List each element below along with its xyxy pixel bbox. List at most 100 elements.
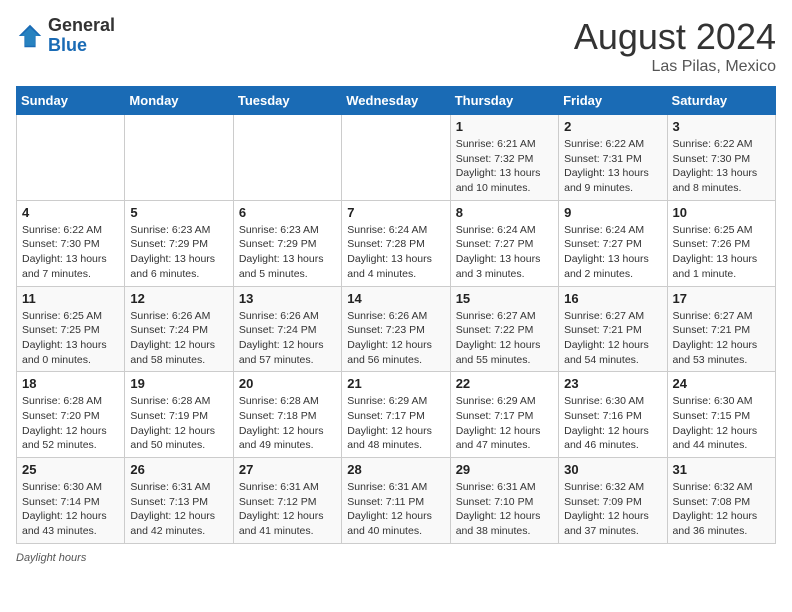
calendar-cell: 29Sunrise: 6:31 AM Sunset: 7:10 PM Dayli… <box>450 458 558 544</box>
day-number: 2 <box>564 119 661 134</box>
day-number: 16 <box>564 291 661 306</box>
calendar-cell: 8 Sunrise: 6:24 AM Sunset: 7:27 PM Daylig… <box>450 200 558 286</box>
calendar-cell: 21 Sunrise: 6:29 AM Sunset: 7:17 PM Dayli… <box>342 372 450 458</box>
calendar-cell: 14 Sunrise: 6:26 AM Sunset: 7:23 PM Dayli… <box>342 286 450 372</box>
col-sunday: Sunday <box>17 87 125 115</box>
day-info: Sunrise: 6:23 AM Sunset: 7:29 PM Dayligh… <box>130 223 227 282</box>
day-info: Sunrise: 6:30 AM Sunset: 7:15 PM Dayligh… <box>673 394 770 453</box>
calendar-cell: 11 Sunrise: 6:25 AM Sunset: 7:25 PM Dayli… <box>17 286 125 372</box>
day-info: Sunrise: 6:25 AM Sunset: 7:25 PM Dayligh… <box>22 309 119 368</box>
day-info: Sunrise: 6:25 AM Sunset: 7:26 PM Dayligh… <box>673 223 770 282</box>
day-number: 14 <box>347 291 444 306</box>
calendar-cell: 20 Sunrise: 6:28 AM Sunset: 7:18 PM Dayli… <box>233 372 341 458</box>
day-number: 19 <box>130 376 227 391</box>
calendar-cell: 26Sunrise: 6:31 AM Sunset: 7:13 PM Dayli… <box>125 458 233 544</box>
calendar-cell: 6 Sunrise: 6:23 AM Sunset: 7:29 PM Daylig… <box>233 200 341 286</box>
day-info: Sunrise: 6:24 AM Sunset: 7:27 PM Dayligh… <box>456 223 553 282</box>
day-info: Sunrise: 6:31 AM Sunset: 7:12 PM Dayligh… <box>239 480 336 539</box>
day-header-row: Sunday Monday Tuesday Wednesday Thursday… <box>17 87 776 115</box>
day-info: Sunrise: 6:31 AM Sunset: 7:10 PM Dayligh… <box>456 480 553 539</box>
day-info: Sunrise: 6:31 AM Sunset: 7:11 PM Dayligh… <box>347 480 444 539</box>
calendar-cell: 19 Sunrise: 6:28 AM Sunset: 7:19 PM Dayli… <box>125 372 233 458</box>
calendar-cell: 23 Sunrise: 6:30 AM Sunset: 7:16 PM Dayli… <box>559 372 667 458</box>
logo-icon <box>16 22 44 50</box>
day-info: Sunrise: 6:27 AM Sunset: 7:21 PM Dayligh… <box>564 309 661 368</box>
day-number: 6 <box>239 205 336 220</box>
day-number: 9 <box>564 205 661 220</box>
calendar-cell: 30 Sunrise: 6:32 AM Sunset: 7:09 PM Dayli… <box>559 458 667 544</box>
day-number: 11 <box>22 291 119 306</box>
calendar-cell <box>17 115 125 201</box>
calendar-table: Sunday Monday Tuesday Wednesday Thursday… <box>16 86 776 544</box>
logo-text: General Blue <box>48 16 115 56</box>
day-number: 8 <box>456 205 553 220</box>
day-number: 15 <box>456 291 553 306</box>
day-number: 30 <box>564 462 661 477</box>
day-info: Sunrise: 6:32 AM Sunset: 7:08 PM Dayligh… <box>673 480 770 539</box>
day-number: 13 <box>239 291 336 306</box>
day-number: 28 <box>347 462 444 477</box>
day-info: Sunrise: 6:28 AM Sunset: 7:18 PM Dayligh… <box>239 394 336 453</box>
day-number: 26 <box>130 462 227 477</box>
calendar-cell: 13Sunrise: 6:26 AM Sunset: 7:24 PM Dayli… <box>233 286 341 372</box>
day-number: 5 <box>130 205 227 220</box>
calendar-cell: 4 Sunrise: 6:22 AM Sunset: 7:30 PM Daylig… <box>17 200 125 286</box>
day-info: Sunrise: 6:26 AM Sunset: 7:24 PM Dayligh… <box>130 309 227 368</box>
day-number: 3 <box>673 119 770 134</box>
day-info: Sunrise: 6:28 AM Sunset: 7:19 PM Dayligh… <box>130 394 227 453</box>
calendar-cell: 2 Sunrise: 6:22 AM Sunset: 7:31 PM Daylig… <box>559 115 667 201</box>
day-info: Sunrise: 6:27 AM Sunset: 7:22 PM Dayligh… <box>456 309 553 368</box>
day-info: Sunrise: 6:24 AM Sunset: 7:27 PM Dayligh… <box>564 223 661 282</box>
day-info: Sunrise: 6:28 AM Sunset: 7:20 PM Dayligh… <box>22 394 119 453</box>
logo: General Blue <box>16 16 115 56</box>
calendar-cell: 24 Sunrise: 6:30 AM Sunset: 7:15 PM Dayli… <box>667 372 775 458</box>
day-number: 25 <box>22 462 119 477</box>
calendar-cell: 31 Sunrise: 6:32 AM Sunset: 7:08 PM Dayli… <box>667 458 775 544</box>
day-number: 7 <box>347 205 444 220</box>
calendar-cell: 9 Sunrise: 6:24 AM Sunset: 7:27 PM Daylig… <box>559 200 667 286</box>
calendar-cell: 17Sunrise: 6:27 AM Sunset: 7:21 PM Dayli… <box>667 286 775 372</box>
calendar-cell: 5 Sunrise: 6:23 AM Sunset: 7:29 PM Daylig… <box>125 200 233 286</box>
day-info: Sunrise: 6:32 AM Sunset: 7:09 PM Dayligh… <box>564 480 661 539</box>
day-info: Sunrise: 6:22 AM Sunset: 7:30 PM Dayligh… <box>673 137 770 196</box>
calendar-week-4: 18 Sunrise: 6:28 AM Sunset: 7:20 PM Dayli… <box>17 372 776 458</box>
day-info: Sunrise: 6:24 AM Sunset: 7:28 PM Dayligh… <box>347 223 444 282</box>
day-info: Sunrise: 6:21 AM Sunset: 7:32 PM Dayligh… <box>456 137 553 196</box>
day-number: 20 <box>239 376 336 391</box>
calendar-cell: 3 Sunrise: 6:22 AM Sunset: 7:30 PM Daylig… <box>667 115 775 201</box>
calendar-cell: 12Sunrise: 6:26 AM Sunset: 7:24 PM Dayli… <box>125 286 233 372</box>
day-number: 31 <box>673 462 770 477</box>
day-number: 21 <box>347 376 444 391</box>
logo-blue-text: Blue <box>48 36 115 56</box>
day-number: 23 <box>564 376 661 391</box>
calendar-cell <box>233 115 341 201</box>
calendar-header: Sunday Monday Tuesday Wednesday Thursday… <box>17 87 776 115</box>
col-friday: Friday <box>559 87 667 115</box>
day-info: Sunrise: 6:29 AM Sunset: 7:17 PM Dayligh… <box>347 394 444 453</box>
calendar-week-1: 1Sunrise: 6:21 AM Sunset: 7:32 PM Daylig… <box>17 115 776 201</box>
day-info: Sunrise: 6:22 AM Sunset: 7:31 PM Dayligh… <box>564 137 661 196</box>
day-number: 27 <box>239 462 336 477</box>
calendar-cell <box>342 115 450 201</box>
calendar-week-5: 25 Sunrise: 6:30 AM Sunset: 7:14 PM Dayli… <box>17 458 776 544</box>
footer: Daylight hours <box>16 552 776 564</box>
day-info: Sunrise: 6:23 AM Sunset: 7:29 PM Dayligh… <box>239 223 336 282</box>
calendar-week-2: 4 Sunrise: 6:22 AM Sunset: 7:30 PM Daylig… <box>17 200 776 286</box>
calendar-cell: 27 Sunrise: 6:31 AM Sunset: 7:12 PM Dayli… <box>233 458 341 544</box>
calendar-cell: 25 Sunrise: 6:30 AM Sunset: 7:14 PM Dayli… <box>17 458 125 544</box>
calendar-cell: 15 Sunrise: 6:27 AM Sunset: 7:22 PM Dayli… <box>450 286 558 372</box>
day-number: 24 <box>673 376 770 391</box>
day-info: Sunrise: 6:30 AM Sunset: 7:16 PM Dayligh… <box>564 394 661 453</box>
logo-general: General <box>48 16 115 36</box>
day-info: Sunrise: 6:22 AM Sunset: 7:30 PM Dayligh… <box>22 223 119 282</box>
col-tuesday: Tuesday <box>233 87 341 115</box>
day-number: 17 <box>673 291 770 306</box>
day-info: Sunrise: 6:26 AM Sunset: 7:23 PM Dayligh… <box>347 309 444 368</box>
col-thursday: Thursday <box>450 87 558 115</box>
location: Las Pilas, Mexico <box>574 58 776 76</box>
day-number: 18 <box>22 376 119 391</box>
day-number: 4 <box>22 205 119 220</box>
calendar-cell: 28 Sunrise: 6:31 AM Sunset: 7:11 PM Dayli… <box>342 458 450 544</box>
col-monday: Monday <box>125 87 233 115</box>
day-info: Sunrise: 6:30 AM Sunset: 7:14 PM Dayligh… <box>22 480 119 539</box>
